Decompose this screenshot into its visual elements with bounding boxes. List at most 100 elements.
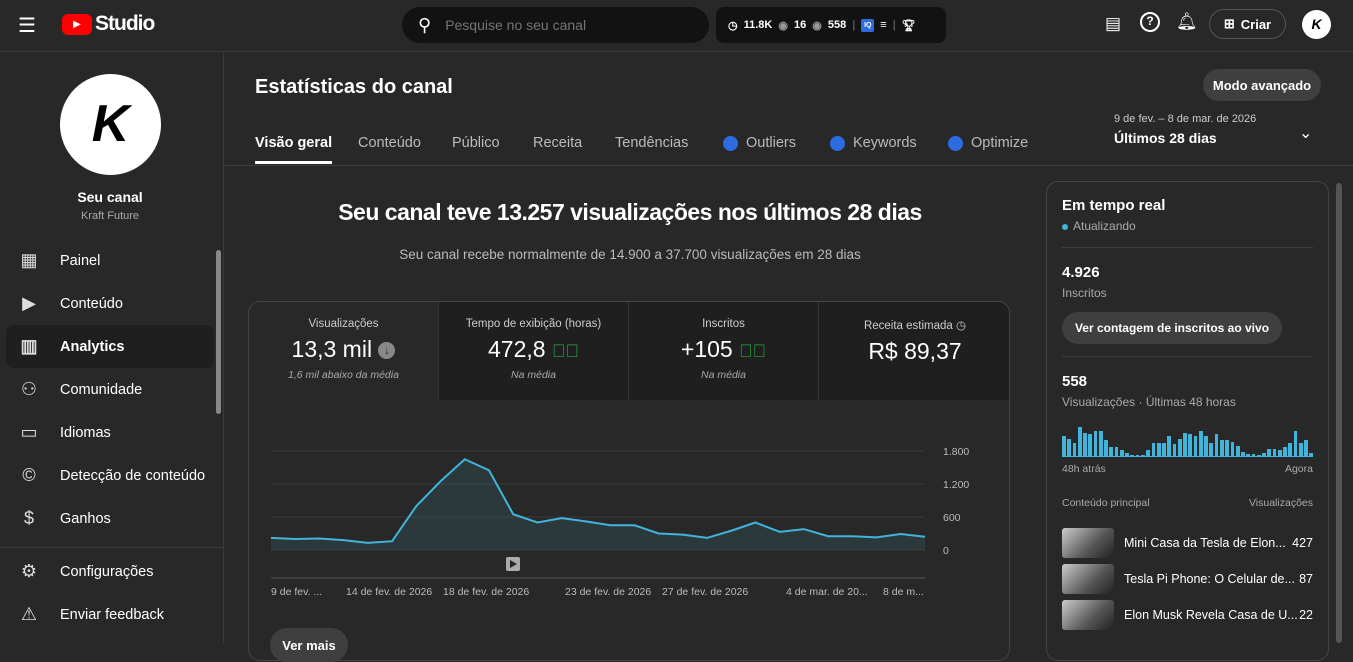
realtime-card: Em tempo real Atualizando 4.926 Inscrito…: [1046, 181, 1329, 661]
tab-conteudo[interactable]: Conteúdo: [358, 135, 421, 151]
subscriber-count: 4.926: [1062, 264, 1100, 281]
headline: Seu canal teve 13.257 visualizações nos …: [338, 199, 922, 225]
tab-publico[interactable]: Público: [452, 135, 500, 151]
realtime-bar: [1151, 442, 1156, 456]
realtime-bar: [1225, 440, 1229, 456]
y-tick-label: 600: [943, 512, 961, 524]
realtime-bar-chart[interactable]: [1062, 427, 1314, 457]
main-content: Estatísticas do canal Modo avançado 9 de…: [225, 53, 1353, 662]
vidiq-icon: [948, 135, 963, 151]
help-icon[interactable]: ?: [1140, 12, 1160, 32]
chevron-down-icon: ⌄: [1299, 125, 1313, 142]
realtime-bar: [1251, 453, 1256, 456]
sidebar-item-idiomas[interactable]: ▭ Idiomas: [6, 411, 214, 454]
sidebar-scrollbar[interactable]: [216, 250, 221, 414]
list-icon[interactable]: ≡: [880, 19, 886, 31]
see-more-button[interactable]: Ver mais: [270, 628, 348, 662]
realtime-bar: [1114, 447, 1119, 456]
realtime-bar: [1241, 451, 1245, 456]
realtime-views: 558: [1062, 373, 1088, 390]
date-picker[interactable]: 9 de fev. – 8 de mar. de 2026 Últimos 28…: [1114, 113, 1324, 146]
sidebar-item-conteudo[interactable]: ▶ Conteúdo: [6, 282, 214, 325]
live-subscriber-count-button[interactable]: Ver contagem de inscritos ao vivo: [1062, 312, 1282, 344]
realtime-bar: [1188, 434, 1193, 456]
channel-avatar[interactable]: K: [60, 74, 161, 175]
sidebar-item-deteccao[interactable]: © Detecção de conteúdo: [6, 454, 214, 497]
trophy-icon[interactable]: 🏆︎: [902, 19, 916, 32]
gear-icon: ⚙: [20, 561, 38, 581]
content-icon: ▶: [22, 293, 36, 313]
realtime-bar: [1262, 453, 1266, 456]
realtime-bar: [1230, 441, 1235, 456]
realtime-bar: [1088, 434, 1093, 456]
create-button[interactable]: ⊞ Criar: [1209, 9, 1286, 39]
metric-revenue[interactable]: Receita estimada ◷ R$ 89,37: [819, 302, 1009, 400]
metric-watch-time[interactable]: Tempo de exibição (horas) 472,8 ✓⃝ Na médi…: [439, 302, 629, 400]
advanced-mode-button[interactable]: Modo avançado: [1203, 69, 1321, 101]
vidiq-icon[interactable]: IQ: [861, 18, 875, 32]
feedback-item[interactable]: ⚠ Enviar feedback: [6, 593, 214, 636]
x-tick-label: 14 de fev. de 2026: [346, 586, 432, 598]
bell-icon[interactable]: 🔔︎: [1176, 12, 1198, 32]
realtime-bar: [1283, 447, 1287, 456]
top-video-item[interactable]: Elon Musk Revela Casa de U... 22: [1062, 597, 1313, 633]
account-avatar[interactable]: K: [1302, 10, 1331, 39]
page-title: Estatísticas do canal: [255, 76, 453, 98]
x-tick-label: 27 de fev. de 2026: [662, 586, 748, 598]
top-bar: ☰ ▶ Studio ⚲ ◷11.8K ◉16 ◉558 | IQ ≡| 🏆︎ …: [0, 0, 1353, 52]
realtime-bar: [1204, 435, 1208, 456]
top-video-item[interactable]: Mini Casa da Tesla de Elon... 427: [1062, 525, 1313, 561]
arrow-down-icon: ↓: [378, 342, 396, 360]
tab-tendencias[interactable]: Tendências: [615, 135, 688, 151]
menu-icon[interactable]: ☰: [18, 13, 36, 38]
realtime-bar: [1198, 431, 1203, 456]
subheadline: Seu canal recebe normalmente de 14.900 a…: [399, 247, 861, 262]
sidebar-item-analytics[interactable]: ▥ Analytics: [6, 325, 214, 368]
tab-optimize[interactable]: Optimize: [948, 135, 1028, 151]
realtime-bar: [1167, 435, 1172, 456]
realtime-bar: [1256, 454, 1261, 456]
analytics-icon: ▥: [20, 336, 38, 356]
realtime-bar: [1272, 448, 1277, 456]
realtime-bar: [1077, 427, 1082, 456]
clock-icon: ◷: [728, 19, 738, 32]
realtime-bar: [1130, 455, 1135, 456]
sidebar-item-ganhos[interactable]: $ Ganhos: [6, 497, 214, 540]
search-box[interactable]: ⚲: [402, 7, 709, 43]
realtime-bar: [1119, 450, 1124, 456]
metric-views[interactable]: Visualizações 13,3 mil ↓ 1,6 mil abaixo da…: [249, 302, 439, 400]
tab-receita[interactable]: Receita: [533, 135, 582, 151]
realtime-bar: [1288, 442, 1293, 456]
top-video-item[interactable]: Tesla Pi Phone: O Celular de... 87: [1062, 561, 1313, 597]
realtime-bar: [1183, 432, 1187, 456]
realtime-bar: [1083, 432, 1087, 456]
eye-icon: ◉: [778, 19, 788, 32]
overview-card: Visualizações 13,3 mil ↓ 1,6 mil abaixo da…: [248, 301, 1010, 661]
studio-logo[interactable]: ▶ Studio: [62, 12, 155, 36]
realtime-bar: [1246, 453, 1251, 456]
video-thumbnail: [1062, 564, 1114, 594]
settings-item[interactable]: ⚙ Configurações: [6, 550, 214, 593]
realtime-bar: [1177, 438, 1182, 456]
sidebar-item-painel[interactable]: ▦ Painel: [6, 239, 214, 282]
channel-name: Seu canal: [77, 189, 143, 205]
views-chart[interactable]: 0 600 1.200 1.800 9 de fev. ... 14 de fev. de…: [249, 400, 1010, 661]
realtime-bar: [1067, 438, 1072, 456]
realtime-bar: [1098, 431, 1103, 456]
metric-subscribers[interactable]: Inscritos +105 ✓⃝ Na média: [629, 302, 819, 400]
search-icon: ⚲: [418, 14, 432, 35]
youtube-logo-icon: ▶: [62, 13, 92, 35]
sidebar-item-comunidade[interactable]: ⚇ Comunidade: [6, 368, 214, 411]
tab-outliers[interactable]: Outliers: [723, 135, 796, 151]
realtime-bar: [1062, 435, 1066, 456]
realtime-bar: [1277, 450, 1282, 456]
realtime-bar: [1156, 442, 1161, 456]
comment-add-icon[interactable]: ▤: [1105, 14, 1121, 34]
feedback-icon: ⚠: [20, 604, 38, 624]
tab-keywords[interactable]: Keywords: [830, 135, 917, 151]
tab-visao-geral[interactable]: Visão geral: [255, 135, 333, 164]
realtime-bar: [1298, 442, 1303, 456]
vidiq-icon: [723, 135, 738, 151]
main-scrollbar[interactable]: [1336, 183, 1342, 643]
search-input[interactable]: [445, 17, 676, 33]
